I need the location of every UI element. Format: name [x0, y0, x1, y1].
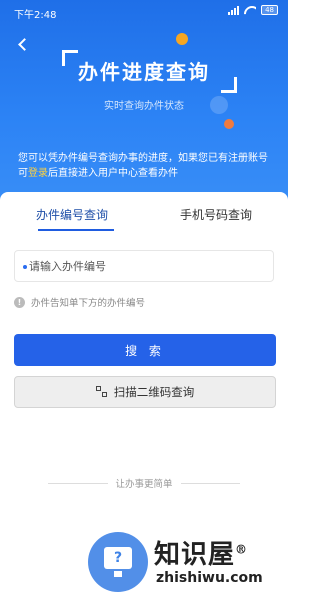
decorative-dot: [176, 33, 188, 45]
footer-slogan: 让办事更简单: [48, 476, 241, 490]
monitor-stand: [114, 571, 122, 577]
slogan-text: 让办事更简单: [115, 479, 173, 490]
case-number-input[interactable]: [29, 251, 269, 281]
divider: [180, 482, 241, 484]
status-bar: 下午2:48 48: [0, 0, 288, 24]
description-text-end: 后直接进入用户中心查看办件: [48, 168, 178, 179]
tab-bar: 办件编号查询 手机号码查询: [0, 192, 288, 234]
back-button[interactable]: [14, 34, 34, 54]
login-link[interactable]: 登录: [28, 168, 48, 179]
input-bullet-icon: [23, 265, 27, 269]
tab-phone-number[interactable]: 手机号码查询: [144, 206, 288, 223]
hero-banner: 下午2:48 48 办件进度查询 实时查询办件状态 您可以凭办件编号查询办事的进…: [0, 0, 288, 215]
page-title: 办件进度查询: [78, 60, 210, 84]
page-subtitle: 实时查询办件状态: [104, 101, 184, 112]
qr-code-icon: [95, 386, 108, 398]
signal-icon: [228, 5, 240, 15]
active-tab-indicator: [38, 229, 114, 231]
tab-case-number[interactable]: 办件编号查询: [0, 206, 144, 223]
wifi-icon: [244, 6, 256, 15]
info-icon: !: [14, 296, 25, 308]
watermark-name: 知识屋®: [154, 540, 249, 570]
search-button[interactable]: 搜 索: [14, 334, 276, 366]
case-number-field: [14, 250, 274, 282]
input-hint: ! 办件告知单下方的办件编号: [14, 295, 145, 309]
divider: [48, 482, 108, 484]
scan-qr-button[interactable]: 扫描二维码查询: [14, 376, 276, 408]
status-time: 下午2:48: [14, 10, 57, 21]
decorative-dot: [224, 119, 234, 129]
question-monitor-icon: ?: [104, 547, 132, 569]
watermark-logo: ? 知识屋® zhishiwu.com: [88, 532, 288, 592]
battery-icon: 48: [261, 5, 278, 15]
status-icons: 48: [228, 5, 278, 15]
chevron-left-icon: [17, 37, 31, 51]
hint-text: 办件告知单下方的办件编号: [31, 298, 146, 309]
scan-qr-label: 扫描二维码查询: [113, 385, 195, 399]
watermark-domain: zhishiwu.com: [156, 570, 263, 586]
page-description: 您可以凭办件编号查询办事的进度，如果您已有注册账号可登录后直接进入用户中心查看办…: [18, 151, 274, 181]
